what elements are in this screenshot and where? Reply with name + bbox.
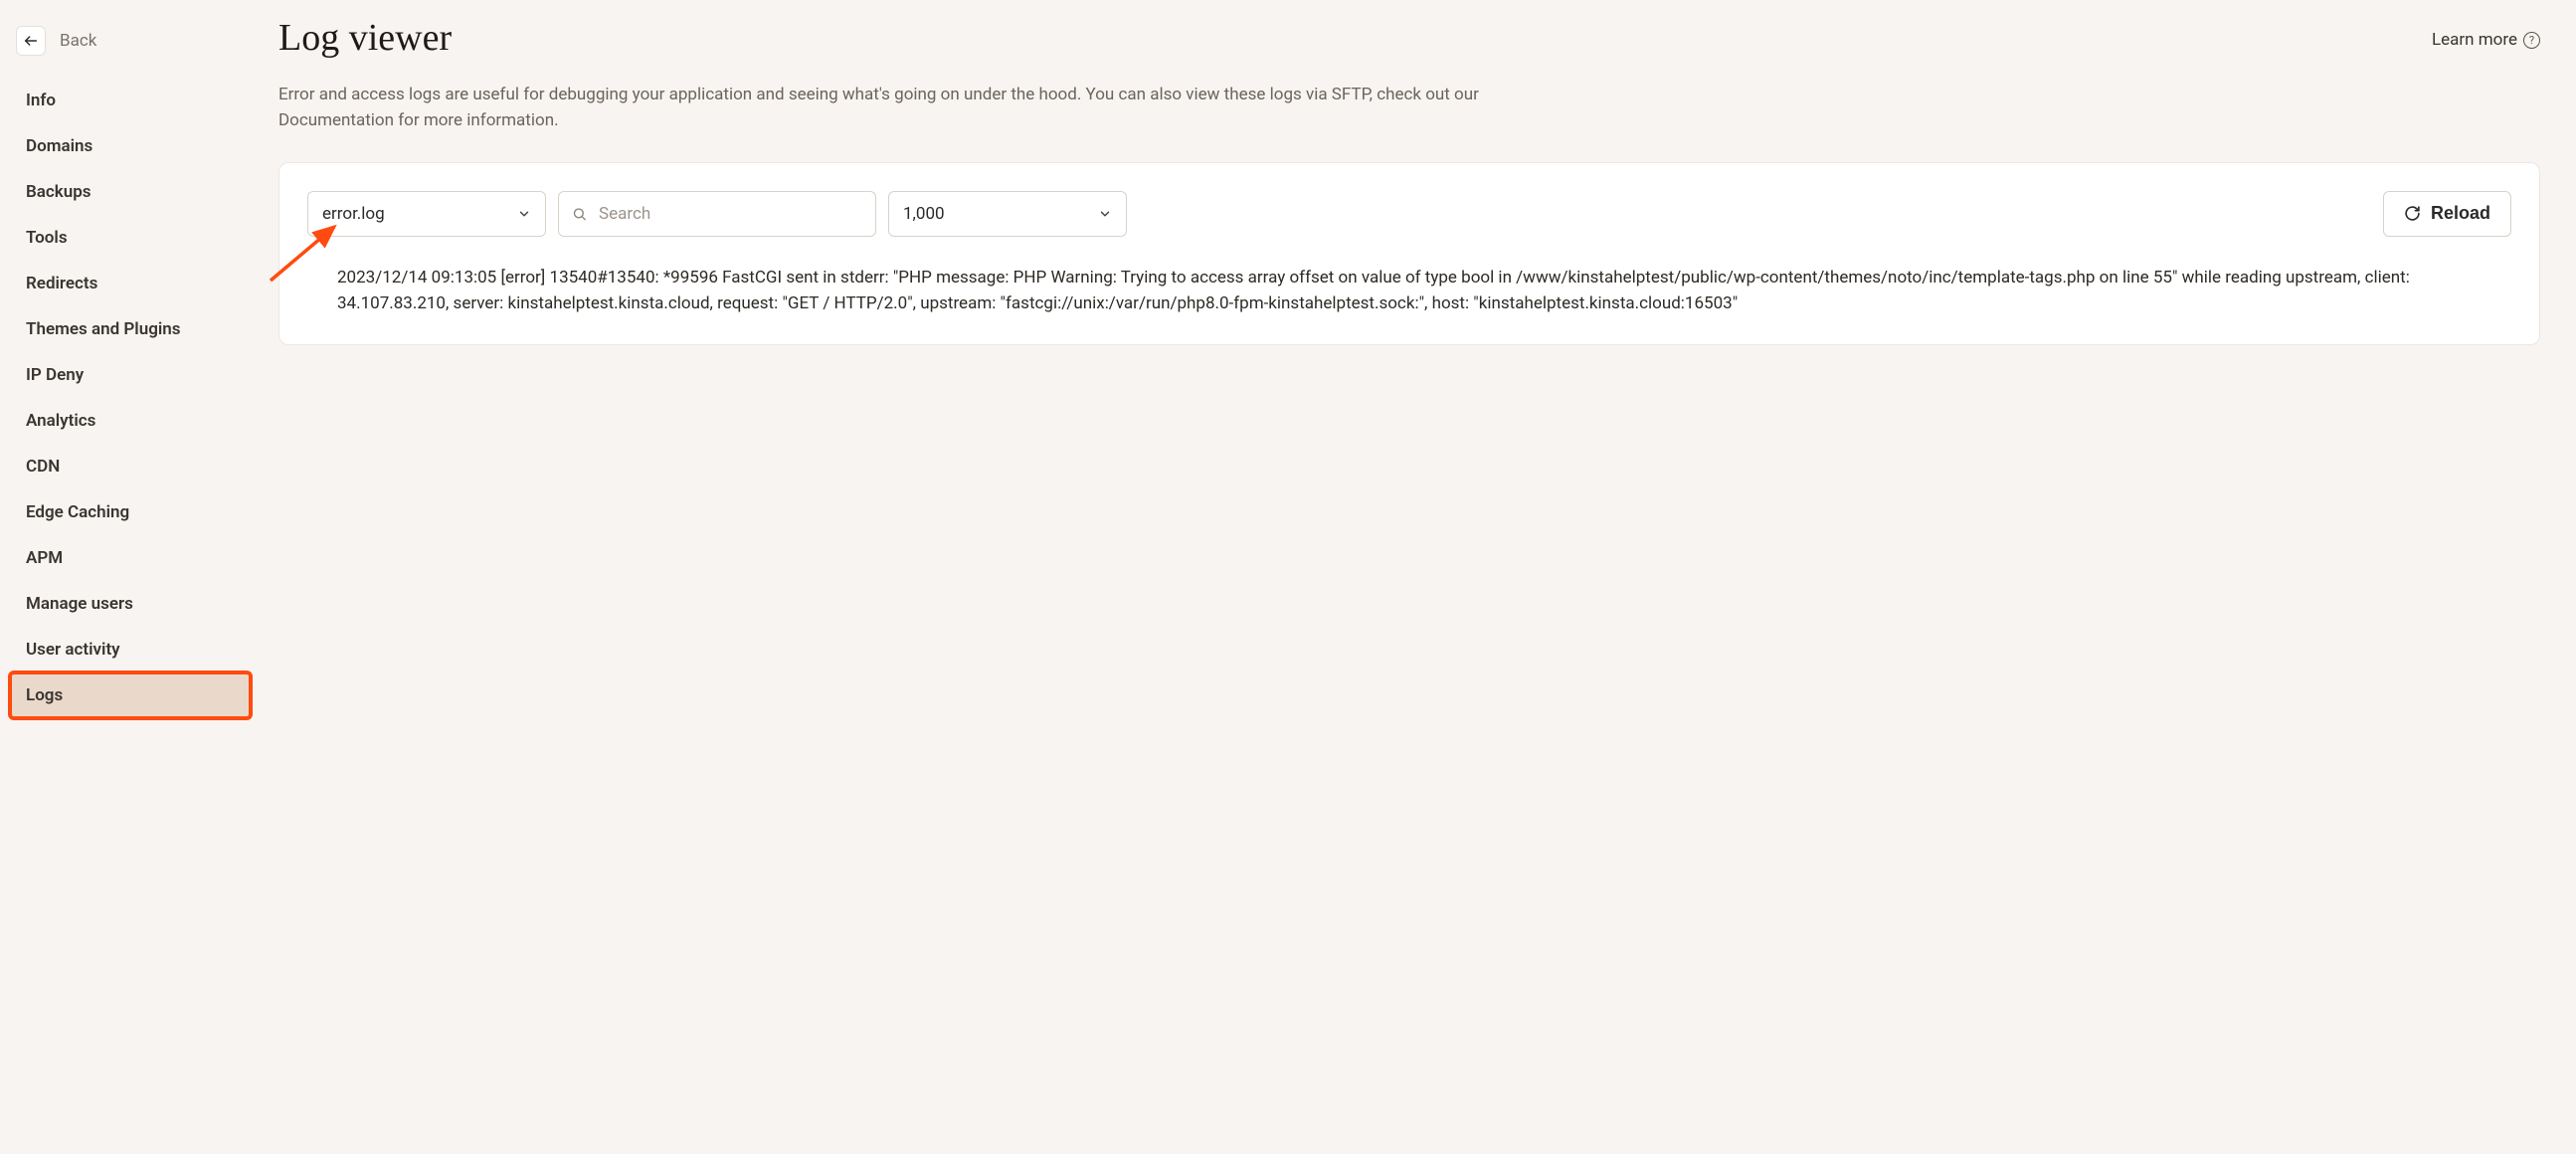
sidebar-item-label: Logs <box>26 685 63 705</box>
back-row: Back <box>10 20 259 78</box>
sidebar-item-label: Redirects <box>26 274 97 293</box>
search-icon <box>572 206 587 221</box>
sidebar-item-label: Edge Caching <box>26 502 129 522</box>
log-card: error.log 1,000 <box>278 162 2540 346</box>
sidebar-item-label: Backups <box>26 182 92 202</box>
reload-button[interactable]: Reload <box>2383 191 2511 237</box>
chevron-down-icon <box>1098 207 1112 221</box>
search-input[interactable] <box>558 191 876 237</box>
page-description: Error and access logs are useful for deb… <box>278 82 1552 134</box>
lines-select[interactable]: 1,000 <box>888 191 1127 237</box>
sidebar-item-edge-caching[interactable]: Edge Caching <box>10 489 259 535</box>
sidebar-item-domains[interactable]: Domains <box>10 123 259 169</box>
sidebar-item-label: Info <box>26 91 56 110</box>
sidebar-item-info[interactable]: Info <box>10 78 259 123</box>
sidebar: Back Info Domains Backups Tools Redirects The… <box>0 0 259 1154</box>
back-label: Back <box>60 31 96 51</box>
search-wrap <box>558 191 876 237</box>
learn-more-label: Learn more <box>2432 30 2517 50</box>
sidebar-item-label: IP Deny <box>26 365 84 385</box>
sidebar-item-analytics[interactable]: Analytics <box>10 398 259 444</box>
log-file-selected-value: error.log <box>322 204 385 224</box>
sidebar-item-label: Tools <box>26 228 68 248</box>
lines-selected-value: 1,000 <box>903 204 945 224</box>
sidebar-item-label: CDN <box>26 457 60 477</box>
sidebar-item-label: Analytics <box>26 411 95 431</box>
main-content: Log viewer Learn more ? Error and access… <box>259 0 2576 1154</box>
reload-label: Reload <box>2431 203 2490 224</box>
arrow-left-icon <box>23 33 39 49</box>
log-entry: 2023/12/14 09:13:05 [error] 13540#13540:… <box>337 265 2503 317</box>
log-toolbar: error.log 1,000 <box>307 191 2511 237</box>
chevron-down-icon <box>517 207 531 221</box>
sidebar-item-label: Themes and Plugins <box>26 319 181 339</box>
reload-icon <box>2404 205 2421 222</box>
nav-list: Info Domains Backups Tools Redirects Themes a… <box>10 78 259 718</box>
sidebar-item-apm[interactable]: APM <box>10 535 259 581</box>
page-title: Log viewer <box>278 16 452 60</box>
sidebar-item-user-activity[interactable]: User activity <box>10 627 259 673</box>
back-button[interactable] <box>16 26 46 56</box>
sidebar-item-redirects[interactable]: Redirects <box>10 261 259 306</box>
sidebar-item-themes-and-plugins[interactable]: Themes and Plugins <box>10 306 259 352</box>
header-row: Log viewer Learn more ? <box>278 16 2540 82</box>
learn-more-link[interactable]: Learn more ? <box>2432 16 2540 50</box>
log-body: 2023/12/14 09:13:05 [error] 13540#13540:… <box>307 265 2511 317</box>
log-file-select[interactable]: error.log <box>307 191 546 237</box>
sidebar-item-label: Domains <box>26 136 92 156</box>
sidebar-item-label: User activity <box>26 640 120 660</box>
sidebar-item-cdn[interactable]: CDN <box>10 444 259 489</box>
sidebar-item-logs[interactable]: Logs <box>10 673 251 718</box>
sidebar-item-manage-users[interactable]: Manage users <box>10 581 259 627</box>
sidebar-item-label: Manage users <box>26 594 133 614</box>
sidebar-item-backups[interactable]: Backups <box>10 169 259 215</box>
help-icon: ? <box>2523 32 2540 49</box>
sidebar-item-label: APM <box>26 548 63 568</box>
sidebar-item-tools[interactable]: Tools <box>10 215 259 261</box>
sidebar-item-ip-deny[interactable]: IP Deny <box>10 352 259 398</box>
